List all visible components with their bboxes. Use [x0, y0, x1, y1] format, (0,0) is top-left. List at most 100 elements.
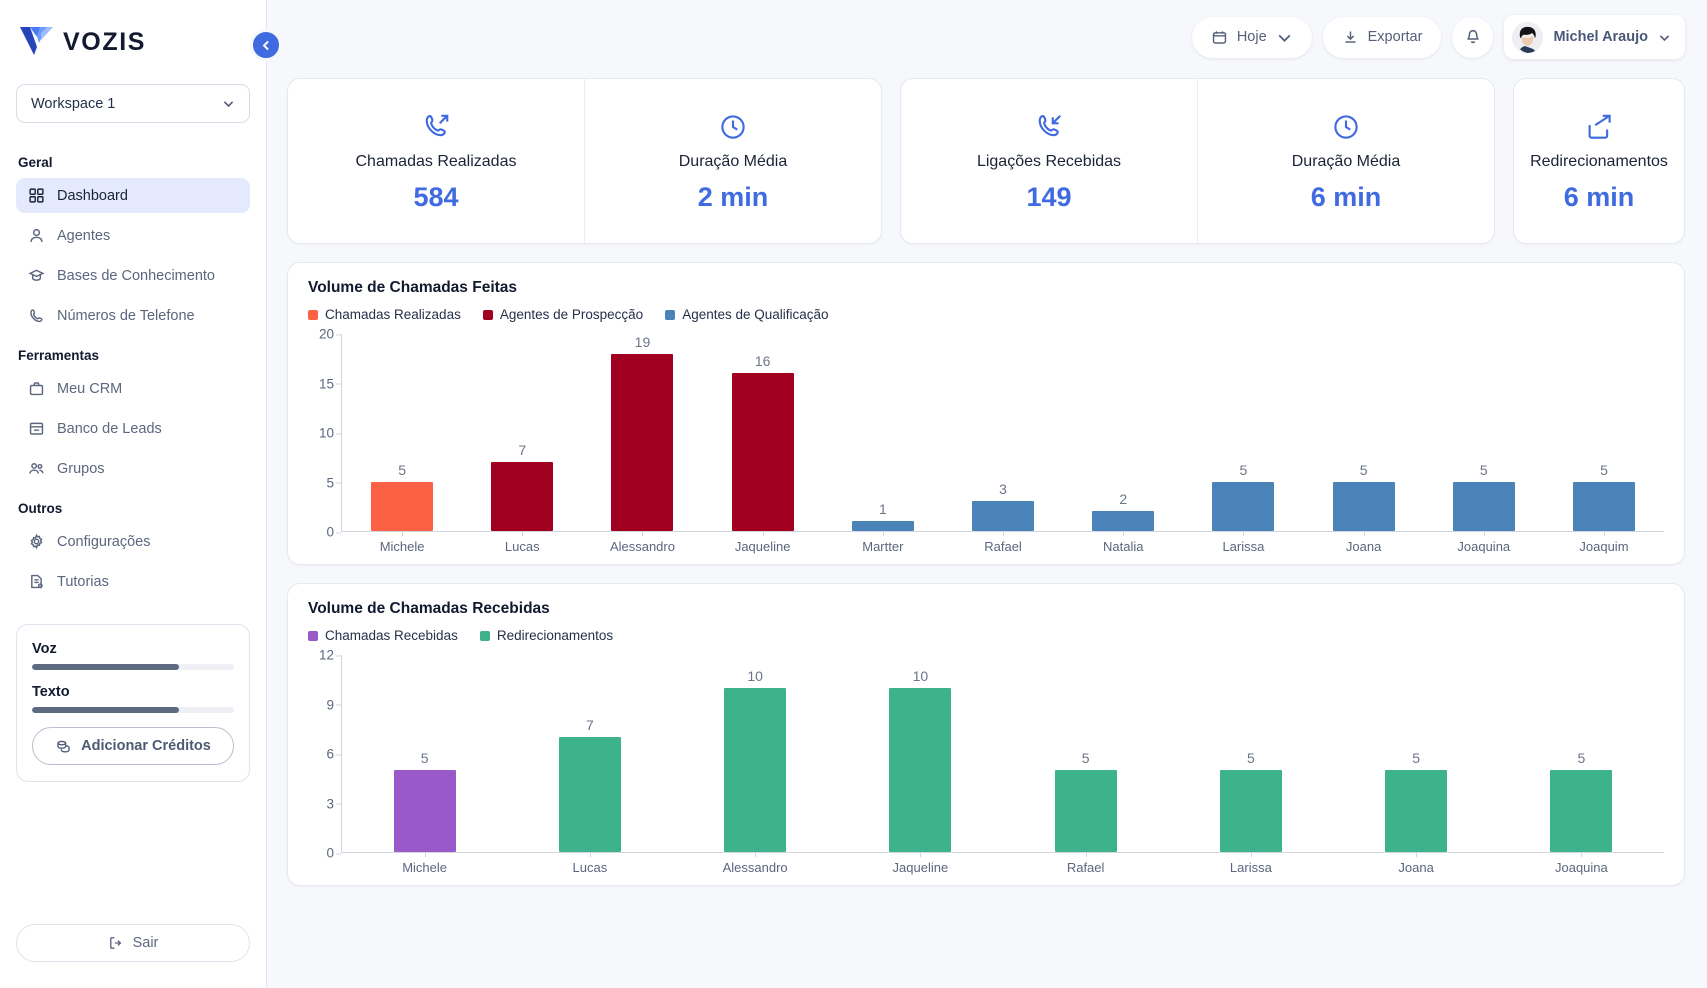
- bar[interactable]: [1219, 769, 1282, 852]
- clock-icon: [718, 107, 748, 147]
- bar[interactable]: [851, 521, 914, 531]
- x-axis-label: Lucas: [572, 860, 608, 875]
- sidebar-item-numeros-de-telefone[interactable]: Números de Telefone: [16, 298, 250, 333]
- bar-slot[interactable]: 5: [1003, 655, 1168, 857]
- x-axis-label: Natalia: [1102, 539, 1144, 554]
- x-axis-label: Rafael: [984, 539, 1022, 554]
- bar-slot[interactable]: 5: [342, 655, 507, 857]
- bar[interactable]: [1054, 769, 1117, 852]
- sidebar-collapse-button[interactable]: [250, 29, 282, 61]
- bar-slot[interactable]: 10: [673, 655, 838, 857]
- bar[interactable]: [724, 687, 787, 852]
- nav-group-title-geral: Geral: [18, 155, 53, 170]
- kpi-title: Chamadas Realizadas: [355, 153, 517, 170]
- sidebar-item-grupos[interactable]: Grupos: [16, 451, 250, 486]
- x-axis-tick: [589, 852, 591, 857]
- export-button[interactable]: Exportar: [1322, 16, 1442, 58]
- bar[interactable]: [371, 481, 434, 531]
- bar[interactable]: [1212, 481, 1275, 531]
- sidebar-item-label: Agentes: [57, 227, 111, 244]
- bar-slot[interactable]: 16: [703, 334, 823, 536]
- date-filter-label: Hoje: [1236, 29, 1267, 45]
- credits-card: Voz Texto Adicionar Créditos: [16, 624, 250, 782]
- sidebar-item-meu-crm[interactable]: Meu CRM: [16, 371, 250, 406]
- legend-item[interactable]: Agentes de Qualificação: [665, 307, 829, 322]
- sidebar-item-label: Grupos: [57, 460, 105, 477]
- bar-slot[interactable]: 5: [342, 334, 462, 536]
- chart-plot-area: 0 5 10 15 20 5 7 19 16 1 3 2 5 5 5 5 Michele Lucas Aless…: [308, 327, 1664, 554]
- bar-value-label: 5: [1081, 749, 1090, 766]
- bar-slot[interactable]: 5: [1334, 655, 1499, 857]
- legend-label: Chamadas Realizadas: [325, 307, 461, 322]
- bar-slot[interactable]: 5: [1544, 334, 1664, 536]
- kpi-group-redirects: Redirecionamentos 6 min: [1513, 78, 1685, 244]
- kpi-row: Chamadas Realizadas 584 Duração Média 2 …: [287, 78, 1685, 244]
- workspace-selector[interactable]: Workspace 1: [16, 84, 250, 123]
- download-icon: [1345, 31, 1356, 43]
- add-credits-button[interactable]: Adicionar Créditos: [32, 727, 234, 765]
- legend-swatch: [665, 309, 676, 320]
- bar-slot[interactable]: 7: [462, 334, 582, 536]
- bar[interactable]: [611, 354, 674, 531]
- bar[interactable]: [1332, 481, 1395, 531]
- bar-slot[interactable]: 5: [1304, 334, 1424, 536]
- logout-label: Sair: [132, 935, 159, 951]
- bar-slot[interactable]: 5: [1168, 655, 1333, 857]
- kpi-title: Redirecionamentos: [1530, 153, 1668, 170]
- bar-slot[interactable]: 19: [582, 334, 702, 536]
- coins-icon: [57, 740, 70, 753]
- sidebar-item-banco-de-leads[interactable]: Banco de Leads: [16, 411, 250, 446]
- date-filter-button[interactable]: Hoje: [1191, 16, 1312, 58]
- bar-slot[interactable]: 5: [1424, 334, 1544, 536]
- sidebar-item-dashboard[interactable]: Dashboard: [16, 178, 250, 213]
- bar[interactable]: [731, 373, 794, 531]
- sidebar-item-configuracoes[interactable]: Configurações: [16, 524, 250, 559]
- legend-item[interactable]: Agentes de Prospecção: [482, 307, 643, 322]
- sidebar-item-label: Dashboard: [57, 187, 128, 204]
- kpi-value: 6 min: [1563, 182, 1635, 212]
- x-axis-label: Michele: [402, 860, 448, 875]
- bar[interactable]: [1092, 511, 1155, 531]
- x-axis-tick: [755, 852, 757, 857]
- bar[interactable]: [1452, 481, 1515, 531]
- sidebar-item-tutorias[interactable]: Tutorias: [16, 564, 250, 599]
- bar[interactable]: [972, 501, 1035, 531]
- y-axis-tick: 10: [318, 425, 342, 441]
- x-axis-label: Joana: [1345, 539, 1382, 554]
- bar[interactable]: [393, 769, 456, 852]
- sidebar-item-label: Números de Telefone: [57, 307, 195, 324]
- x-axis-tick: [1123, 531, 1125, 536]
- bar-slot[interactable]: 5: [1183, 334, 1303, 536]
- bar[interactable]: [1572, 481, 1635, 531]
- bar-slot[interactable]: 3: [943, 334, 1063, 536]
- bar-value-label: 5: [1600, 461, 1608, 478]
- bar-slot[interactable]: 10: [838, 655, 1003, 857]
- archive-icon: [29, 422, 44, 435]
- brand-name: VOZIS: [63, 27, 147, 56]
- logout-button[interactable]: Sair: [16, 924, 250, 962]
- chevron-left-icon: [262, 40, 269, 50]
- grid-icon: [29, 188, 44, 203]
- bar[interactable]: [1385, 769, 1448, 852]
- bar-slot[interactable]: 2: [1063, 334, 1183, 536]
- sidebar-item-label: Tutorias: [57, 573, 109, 590]
- bar-value-label: 10: [747, 667, 763, 684]
- bar-slot[interactable]: 7: [507, 655, 672, 857]
- legend-item[interactable]: Chamadas Realizadas: [308, 307, 461, 322]
- sidebar-item-bases-de-conhecimento[interactable]: Bases de Conhecimento: [16, 258, 250, 293]
- notifications-button[interactable]: [1452, 16, 1494, 58]
- sidebar-item-agentes[interactable]: Agentes: [16, 218, 250, 253]
- user-menu-button[interactable]: Michel Araujo: [1504, 15, 1685, 59]
- x-axis-tick: [1243, 531, 1245, 536]
- bar[interactable]: [558, 737, 621, 852]
- nav-group-title-ferramentas: Ferramentas: [18, 348, 100, 363]
- legend-item[interactable]: Chamadas Recebidas: [308, 628, 458, 643]
- bar[interactable]: [1550, 769, 1613, 852]
- chevron-down-icon: [1659, 34, 1670, 41]
- bar-slot[interactable]: 5: [1499, 655, 1664, 857]
- bar-slot[interactable]: 1: [823, 334, 943, 536]
- bar[interactable]: [889, 687, 952, 852]
- bar[interactable]: [491, 462, 554, 531]
- legend-item[interactable]: Redirecionamentos: [479, 628, 613, 643]
- bar-value-label: 5: [1359, 461, 1368, 478]
